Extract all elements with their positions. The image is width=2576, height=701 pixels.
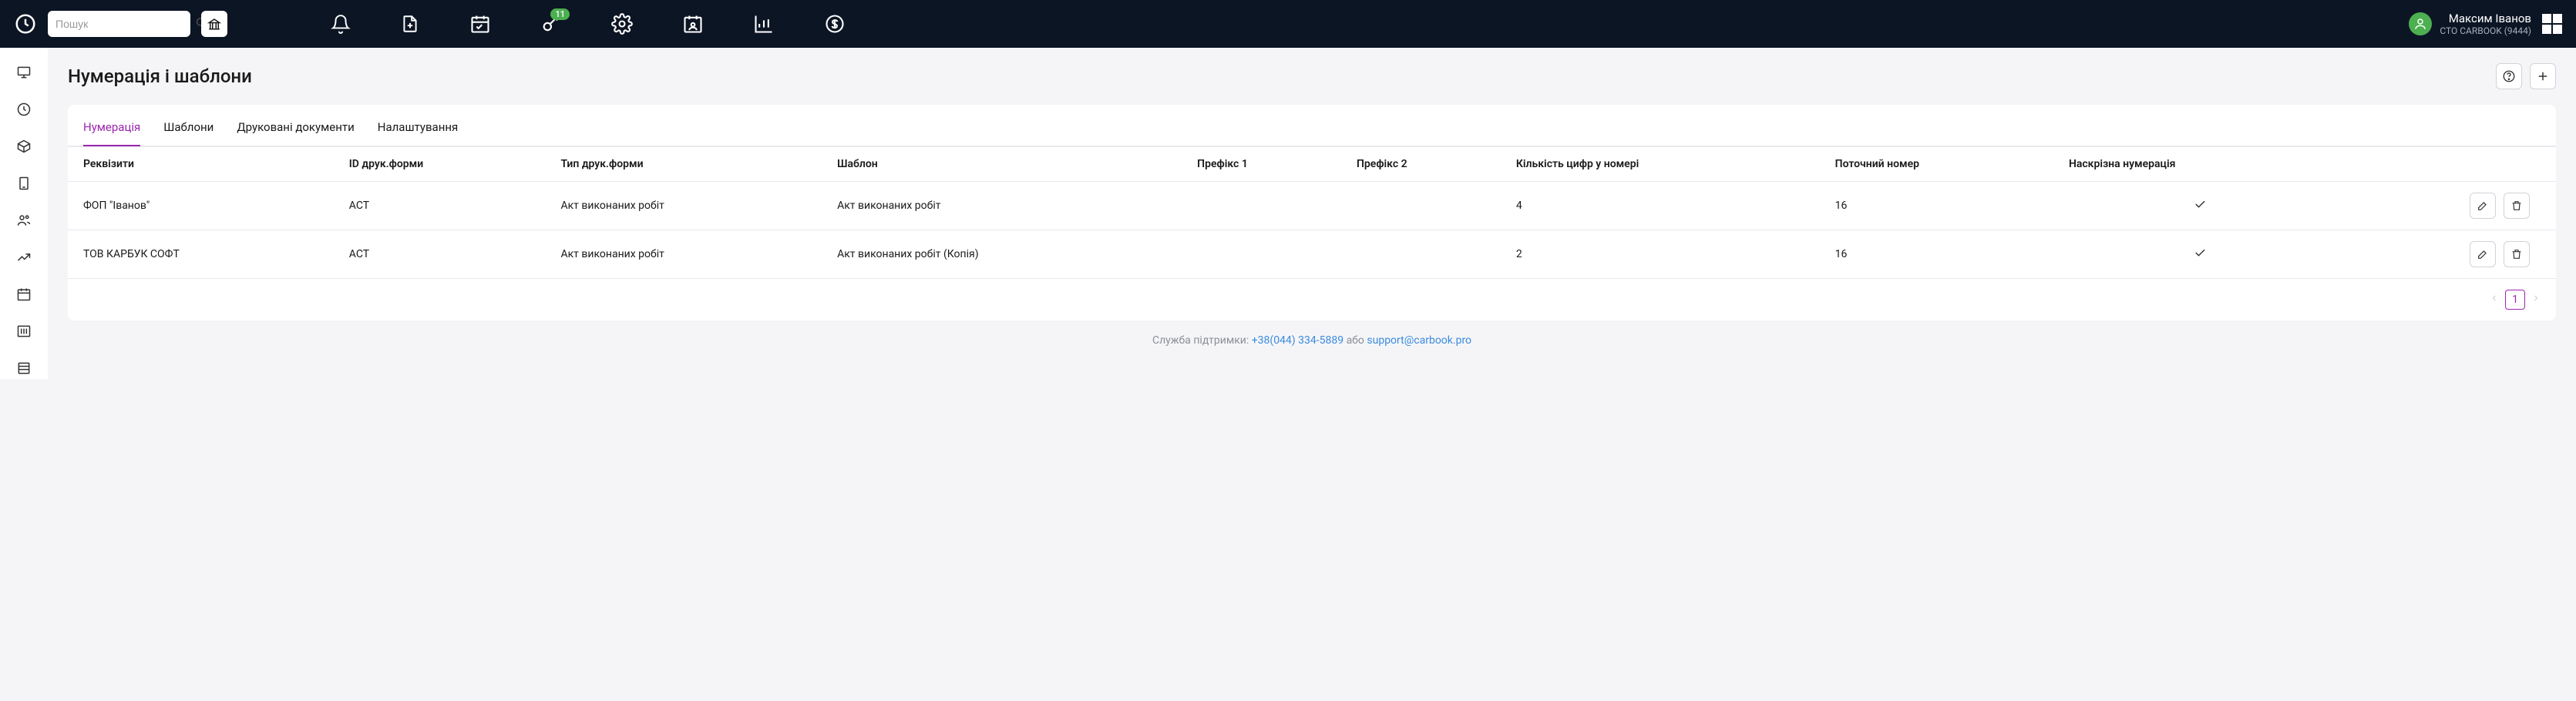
bank-button[interactable]	[201, 11, 227, 37]
contact-card-icon[interactable]	[682, 13, 704, 35]
pagination: 1	[68, 279, 2556, 310]
tab-numbering[interactable]: Нумерація	[83, 120, 140, 146]
data-table: Реквізити ID друк.форми Тип друк.форми Ш…	[68, 146, 2556, 279]
sidebar-item-tablet[interactable]	[9, 173, 39, 194]
page-title: Нумерація і шаблони	[68, 65, 252, 87]
apps-grid-icon[interactable]	[2542, 14, 2562, 34]
check-icon	[2193, 197, 2207, 211]
search-input-wrap[interactable]	[48, 11, 190, 37]
tabs: Нумерація Шаблони Друковані документи На…	[68, 105, 2556, 146]
edit-button[interactable]	[2470, 193, 2496, 219]
cell-through	[2058, 182, 2342, 230]
check-icon	[2193, 246, 2207, 260]
table-row: ТОВ КАРБУК СОФТ ACT Акт виконаних робіт …	[68, 230, 2556, 279]
tab-settings[interactable]: Налаштування	[378, 120, 459, 146]
key-icon[interactable]: 11	[540, 13, 562, 35]
tab-printed-docs[interactable]: Друковані документи	[237, 120, 354, 146]
gear-icon[interactable]	[611, 13, 633, 35]
delete-button[interactable]	[2504, 241, 2530, 267]
calendar-check-icon[interactable]	[469, 13, 491, 35]
cell-form-type: Акт виконаних робіт	[550, 182, 826, 230]
avatar	[2409, 12, 2432, 35]
cell-form-id: ACT	[338, 182, 550, 230]
col-template: Шаблон	[826, 147, 1186, 182]
app-logo[interactable]	[14, 12, 37, 35]
col-current: Поточний номер	[1824, 147, 2058, 182]
new-document-icon[interactable]	[400, 13, 420, 35]
sidebar	[0, 48, 48, 379]
bar-chart-icon[interactable]	[753, 13, 775, 35]
cell-digits: 4	[1505, 182, 1824, 230]
footer-label: Служба підтримки:	[1152, 334, 1252, 347]
page-header: Нумерація і шаблони	[68, 63, 2556, 89]
sidebar-item-list[interactable]	[9, 357, 39, 379]
cell-through	[2058, 230, 2342, 279]
dollar-icon[interactable]	[824, 13, 846, 35]
page-number[interactable]: 1	[2505, 290, 2525, 310]
user-name: Максим Іванов	[2449, 12, 2531, 25]
footer-sep: або	[1343, 334, 1367, 347]
footer-phone[interactable]: +38(044) 334-5889	[1252, 334, 1343, 347]
search-input[interactable]	[55, 18, 195, 30]
topbar-right: Максим Іванов СТО CARBOOK (9444)	[2409, 12, 2562, 36]
main: Нумерація і шаблони Нумерація Шаблони Др…	[48, 48, 2576, 379]
col-form-type: Тип друк.форми	[550, 147, 826, 182]
page-next-icon[interactable]	[2531, 293, 2541, 306]
col-prefix2: Префікс 2	[1346, 147, 1505, 182]
cell-requisites: ФОП "Іванов"	[68, 182, 338, 230]
add-button[interactable]	[2530, 63, 2556, 89]
cell-template: Акт виконаних робіт (Копія)	[826, 230, 1186, 279]
table-header-row: Реквізити ID друк.форми Тип друк.форми Ш…	[68, 147, 2556, 182]
sidebar-item-box[interactable]	[9, 136, 39, 157]
footer-email[interactable]: support@carbook.pro	[1367, 334, 1471, 347]
cell-prefix1	[1186, 230, 1346, 279]
footer: Служба підтримки: +38(044) 334-5889 або …	[68, 320, 2556, 351]
bell-icon[interactable]	[331, 13, 351, 35]
page-prev-icon[interactable]	[2490, 293, 2499, 306]
cell-prefix2	[1346, 182, 1505, 230]
cell-template: Акт виконаних робіт	[826, 182, 1186, 230]
col-form-id: ID друк.форми	[338, 147, 550, 182]
sidebar-item-people[interactable]	[9, 210, 39, 231]
table-row: ФОП "Іванов" ACT Акт виконаних робіт Акт…	[68, 182, 2556, 230]
col-requisites: Реквізити	[68, 147, 338, 182]
cell-form-type: Акт виконаних робіт	[550, 230, 826, 279]
user-subtitle: СТО CARBOOK (9444)	[2440, 25, 2531, 36]
cell-form-id: ACT	[338, 230, 550, 279]
col-digits: Кількість цифр у номері	[1505, 147, 1824, 182]
edit-button[interactable]	[2470, 241, 2496, 267]
key-badge: 11	[550, 8, 570, 20]
sidebar-item-sliders[interactable]	[9, 320, 39, 342]
cell-requisites: ТОВ КАРБУК СОФТ	[68, 230, 338, 279]
cell-prefix2	[1346, 230, 1505, 279]
col-through: Наскрізна нумерація	[2058, 147, 2342, 182]
sidebar-item-dashboard[interactable]	[9, 99, 39, 120]
sidebar-item-trend[interactable]	[9, 247, 39, 268]
content-card: Нумерація Шаблони Друковані документи На…	[68, 105, 2556, 320]
cell-digits: 2	[1505, 230, 1824, 279]
cell-current: 16	[1824, 230, 2058, 279]
delete-button[interactable]	[2504, 193, 2530, 219]
col-prefix1: Префікс 1	[1186, 147, 1346, 182]
cell-current: 16	[1824, 182, 2058, 230]
cell-prefix1	[1186, 182, 1346, 230]
sidebar-item-desktop[interactable]	[9, 62, 39, 83]
tab-templates[interactable]: Шаблони	[163, 120, 214, 146]
user-block[interactable]: Максим Іванов СТО CARBOOK (9444)	[2409, 12, 2531, 36]
topbar-nav: 11	[331, 13, 2398, 35]
sidebar-item-calendar[interactable]	[9, 283, 39, 305]
col-actions	[2342, 147, 2556, 182]
topbar: 11 Максим Іванов СТО CARBOOK (9444)	[0, 0, 2576, 48]
help-button[interactable]	[2496, 63, 2522, 89]
